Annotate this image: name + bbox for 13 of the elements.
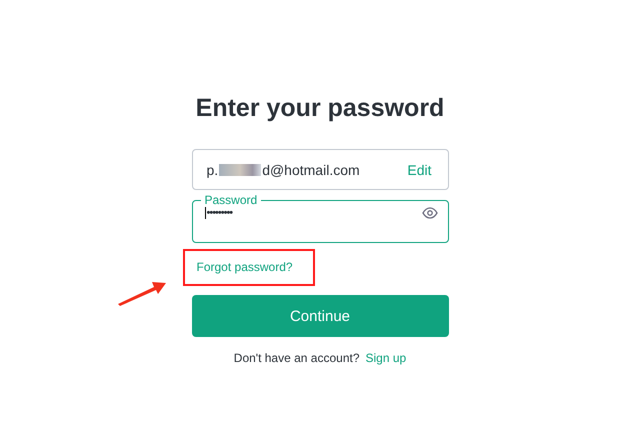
eye-icon[interactable] [422,207,438,219]
edit-link[interactable]: Edit [407,162,432,178]
signup-link[interactable]: Sign up [366,351,406,365]
email-prefix: p. [206,162,218,178]
page-title: Enter your password [196,94,444,123]
forgot-password-link[interactable]: Forgot password? [182,249,315,286]
password-field[interactable]: Password ••••••••• [192,193,448,243]
password-value: ••••••••• [204,207,232,219]
email-field[interactable]: p. d@hotmail.com Edit [192,149,448,190]
continue-button[interactable]: Continue [192,295,448,337]
signup-prompt: Don't have an account? [234,351,360,365]
email-domain: d@hotmail.com [262,162,360,178]
password-label: Password [204,193,258,207]
